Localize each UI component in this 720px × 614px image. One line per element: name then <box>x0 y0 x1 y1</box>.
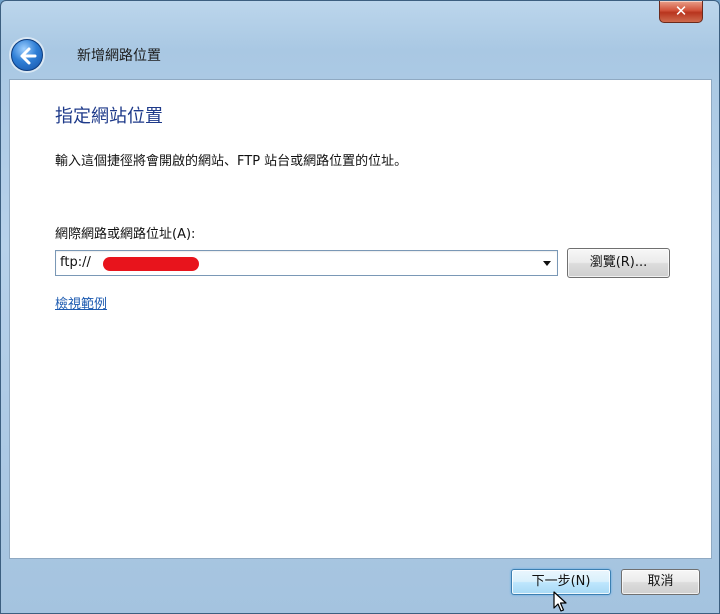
back-arrow-icon <box>20 47 37 65</box>
close-icon: ✕ <box>674 2 688 20</box>
page-title: 指定網站位置 <box>55 106 163 127</box>
wizard-content: 指定網站位置 輸入這個捷徑將會開啟的網站、FTP 站台或網路位置的位址。 網際網… <box>9 79 712 559</box>
address-field-label: 網際網路或網路位址(A): <box>55 227 196 242</box>
mouse-pointer-icon <box>553 591 567 612</box>
view-examples-link[interactable]: 檢視範例 <box>55 293 107 312</box>
close-button[interactable]: ✕ <box>659 1 703 23</box>
redaction-mark <box>103 257 199 271</box>
address-combobox[interactable]: ftp:// <box>55 250 558 276</box>
cancel-button[interactable]: 取消 <box>621 569 700 595</box>
wizard-window: ✕ 新增網路位置 指定網站位置 輸入這個捷徑將會開啟的網站、FTP 站台或網路位… <box>0 0 720 614</box>
address-input[interactable]: ftp:// <box>60 255 91 270</box>
wizard-title: 新增網路位置 <box>77 48 161 64</box>
description-text: 輸入這個捷徑將會開啟的網站、FTP 站台或網路位置的位址。 <box>55 154 408 169</box>
chevron-down-icon[interactable] <box>543 261 551 266</box>
browse-button[interactable]: 瀏覽(R)... <box>567 248 670 278</box>
back-button[interactable] <box>11 39 43 71</box>
